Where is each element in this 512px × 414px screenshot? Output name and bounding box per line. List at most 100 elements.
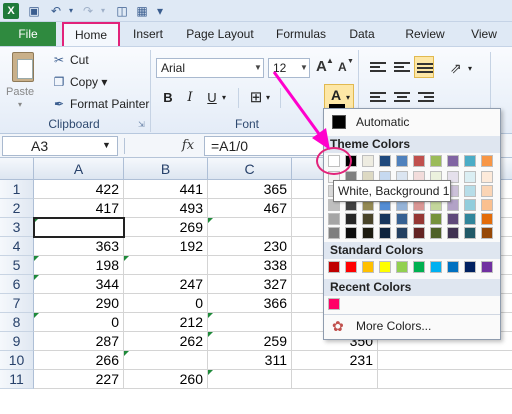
align-right-icon[interactable] [418, 92, 434, 106]
theme-shade-swatch[interactable] [481, 199, 493, 211]
cell-b7[interactable]: 0 [124, 294, 208, 313]
theme-shade-swatch[interactable] [413, 213, 425, 225]
cell-c5[interactable]: 338 [208, 256, 292, 275]
shrink-font-icon[interactable]: A [338, 60, 347, 74]
name-box-dropdown-icon[interactable]: ▼ [102, 140, 111, 150]
cell-empty[interactable] [378, 370, 512, 389]
column-header-c[interactable]: C [208, 158, 292, 180]
standard-color-swatch[interactable] [396, 261, 408, 273]
theme-shade-swatch[interactable] [481, 227, 493, 239]
theme-shade-swatch[interactable] [447, 213, 459, 225]
cell-d11[interactable] [292, 370, 378, 389]
row-header[interactable]: 9 [0, 332, 34, 351]
cell-a6[interactable]: 344 [34, 275, 124, 294]
cell-c10[interactable]: 311 [208, 351, 292, 370]
cell-b9[interactable]: 262 [124, 332, 208, 351]
row-header[interactable]: 2 [0, 199, 34, 218]
copy-button[interactable]: ❐ Copy ▾ [52, 74, 108, 90]
theme-shade-swatch[interactable] [379, 213, 391, 225]
theme-shade-swatch[interactable] [362, 213, 374, 225]
theme-shade-swatch[interactable] [447, 227, 459, 239]
cell-b11[interactable]: 260 [124, 370, 208, 389]
underline-button[interactable]: U [202, 88, 222, 108]
cell-b8[interactable]: 212 [124, 313, 208, 332]
align-bottom-button[interactable] [414, 56, 434, 78]
align-top-icon[interactable] [370, 62, 386, 76]
cell-c2[interactable]: 467 [208, 199, 292, 218]
new-document-icon[interactable]: ◫ [114, 3, 130, 19]
more-colors-option[interactable]: More Colors... [356, 319, 431, 333]
borders-icon[interactable]: ⊞ [246, 88, 266, 108]
theme-color-swatch[interactable] [481, 155, 493, 167]
row-header[interactable]: 4 [0, 237, 34, 256]
tab-formulas[interactable]: Formulas [268, 22, 334, 46]
standard-color-swatch[interactable] [430, 261, 442, 273]
theme-shade-swatch[interactable] [430, 227, 442, 239]
align-middle-icon[interactable] [394, 62, 410, 76]
select-all-corner[interactable] [0, 158, 34, 180]
theme-color-swatch[interactable] [430, 155, 442, 167]
theme-shade-swatch[interactable] [328, 227, 340, 239]
theme-shade-swatch[interactable] [345, 227, 357, 239]
row-header[interactable]: 8 [0, 313, 34, 332]
cell-c6[interactable]: 327 [208, 275, 292, 294]
standard-color-swatch[interactable] [345, 261, 357, 273]
paste-dropdown-icon[interactable]: ▾ [18, 100, 22, 109]
italic-button[interactable]: I [180, 88, 200, 108]
row-header[interactable]: 11 [0, 370, 34, 389]
cell-a10[interactable]: 266 [34, 351, 124, 370]
tab-file[interactable]: File [0, 22, 56, 46]
underline-dropdown-icon[interactable]: ▾ [222, 93, 226, 102]
theme-color-swatch[interactable] [413, 155, 425, 167]
cell-a4[interactable]: 363 [34, 237, 124, 256]
redo-dropdown-icon[interactable]: ▾ [98, 3, 108, 19]
cell-b5[interactable] [124, 256, 208, 275]
theme-shade-swatch[interactable] [464, 185, 476, 197]
cell-c3[interactable] [208, 218, 292, 237]
row-header[interactable]: 3 [0, 218, 34, 237]
theme-shade-swatch[interactable] [413, 227, 425, 239]
cell-a5[interactable]: 198 [34, 256, 124, 275]
cell-b4[interactable]: 192 [124, 237, 208, 256]
automatic-swatch[interactable] [332, 115, 346, 129]
paste-button-label[interactable]: Paste [6, 86, 34, 98]
standard-color-swatch[interactable] [413, 261, 425, 273]
cell-a7[interactable]: 290 [34, 294, 124, 313]
cell-b2[interactable]: 493 [124, 199, 208, 218]
tab-home[interactable]: Home [62, 22, 120, 48]
standard-color-swatch[interactable] [447, 261, 459, 273]
insert-function-button[interactable]: fx [178, 136, 198, 156]
align-center-icon[interactable] [394, 92, 410, 106]
orientation-icon[interactable]: ⇗ [450, 60, 462, 77]
theme-shade-swatch[interactable] [362, 227, 374, 239]
print-preview-icon[interactable]: ▦ [134, 3, 150, 19]
theme-shade-swatch[interactable] [464, 171, 476, 183]
cell-c8[interactable] [208, 313, 292, 332]
cell-c1[interactable]: 365 [208, 180, 292, 199]
theme-color-swatch[interactable] [396, 155, 408, 167]
theme-shade-swatch[interactable] [464, 227, 476, 239]
cell-a9[interactable]: 287 [34, 332, 124, 351]
save-icon[interactable]: ▣ [26, 3, 42, 19]
row-header[interactable]: 1 [0, 180, 34, 199]
align-left-icon[interactable] [370, 92, 386, 106]
standard-color-swatch[interactable] [362, 261, 374, 273]
standard-color-swatch[interactable] [464, 261, 476, 273]
theme-shade-swatch[interactable] [396, 213, 408, 225]
theme-shade-swatch[interactable] [430, 213, 442, 225]
cell-a11[interactable]: 227 [34, 370, 124, 389]
tab-data[interactable]: Data [340, 22, 384, 46]
quick-access-customize-icon[interactable]: ▾ [152, 3, 168, 19]
orientation-dropdown-icon[interactable]: ▾ [468, 64, 472, 73]
theme-shade-swatch[interactable] [464, 213, 476, 225]
theme-shade-swatch[interactable] [396, 227, 408, 239]
cell-c9[interactable]: 259 [208, 332, 292, 351]
tab-review[interactable]: Review [398, 22, 452, 46]
row-header[interactable]: 6 [0, 275, 34, 294]
format-painter-button[interactable]: ✒ Format Painter [52, 96, 149, 112]
theme-shade-swatch[interactable] [481, 213, 493, 225]
tab-view[interactable]: View [464, 22, 504, 46]
standard-color-swatch[interactable] [379, 261, 391, 273]
paste-icon[interactable] [12, 52, 34, 82]
standard-color-swatch[interactable] [328, 261, 340, 273]
